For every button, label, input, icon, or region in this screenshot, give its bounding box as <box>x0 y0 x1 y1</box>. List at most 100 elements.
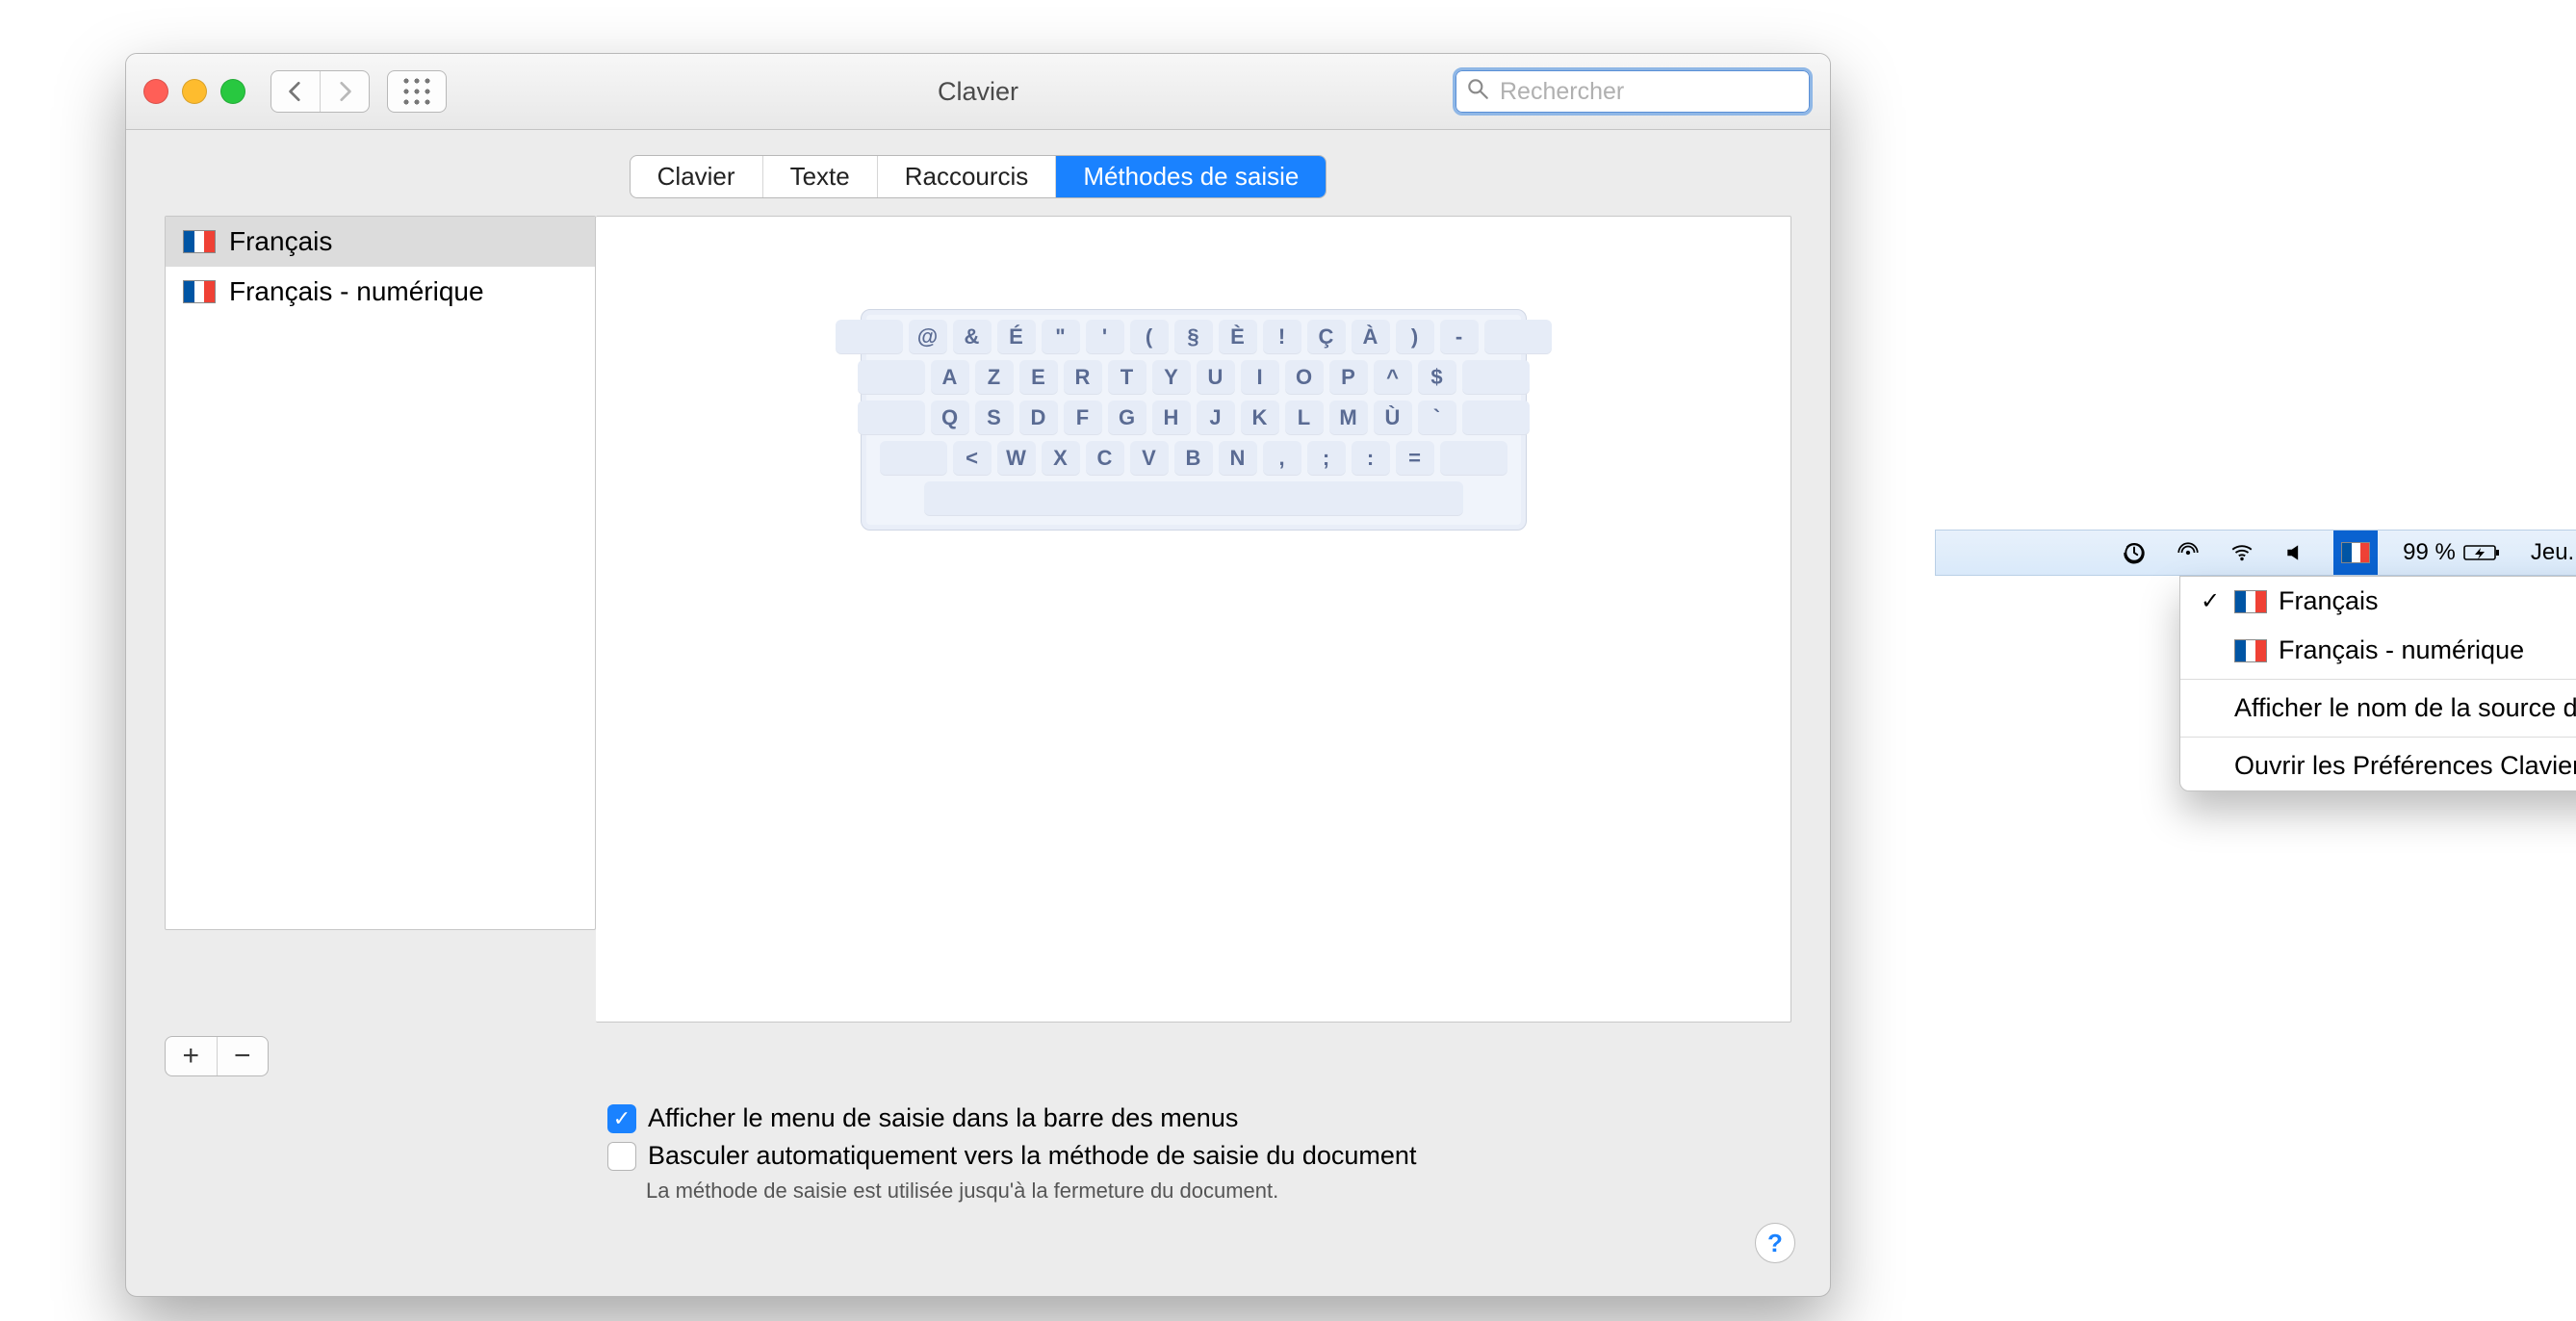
show-input-menu-checkbox-row[interactable]: ✓ Afficher le menu de saisie dans la bar… <box>607 1103 1763 1133</box>
key: @ <box>909 320 947 354</box>
key: N <box>1219 441 1257 476</box>
key: Ù <box>1374 401 1412 435</box>
zoom-window-button[interactable] <box>220 79 245 104</box>
auto-switch-checkbox-row[interactable]: Basculer automatiquement vers la méthode… <box>607 1141 1763 1171</box>
dropdown-item-francais[interactable]: ✓ Français <box>2180 577 2576 626</box>
tab-segmented-control: Clavier Texte Raccourcis Méthodes de sai… <box>630 155 1327 198</box>
input-source-label: Français <box>229 226 332 257</box>
options-area: ✓ Afficher le menu de saisie dans la bar… <box>607 1103 1763 1204</box>
dropdown-show-source-name[interactable]: Afficher le nom de la source de saisie <box>2180 684 2576 733</box>
help-button[interactable]: ? <box>1755 1223 1795 1263</box>
key: I <box>1241 360 1279 395</box>
tab-clavier[interactable]: Clavier <box>631 156 763 197</box>
input-sources-list[interactable]: Français Français - numérique <box>165 216 596 930</box>
key: ( <box>1130 320 1169 354</box>
nav-back-forward <box>270 70 370 113</box>
key: É <box>997 320 1036 354</box>
key: Ç <box>1307 320 1346 354</box>
keyboard-preferences-window: Clavier Clavier Texte Raccourcis Méthode… <box>125 53 1831 1297</box>
checkbox-checked-icon: ✓ <box>607 1104 636 1133</box>
traffic-lights <box>143 79 245 104</box>
battery-menu[interactable]: 99 % <box>2399 531 2506 575</box>
key: < <box>953 441 992 476</box>
airdrop-menu[interactable] <box>2172 531 2204 575</box>
wifi-menu[interactable] <box>2226 531 2258 575</box>
dropdown-item-label: Français - numérique <box>2279 635 2524 665</box>
close-window-button[interactable] <box>143 79 168 104</box>
key: Q <box>931 401 969 435</box>
key: K <box>1241 401 1279 435</box>
search-field[interactable] <box>1453 67 1813 116</box>
key: F <box>1064 401 1102 435</box>
add-source-button[interactable]: + <box>166 1037 218 1075</box>
minimize-window-button[interactable] <box>182 79 207 104</box>
dropdown-separator <box>2180 737 2576 738</box>
key: ` <box>1418 401 1456 435</box>
key: ! <box>1263 320 1301 354</box>
content-area: Français Français - numérique . @ & É " … <box>126 216 1830 1023</box>
wifi-icon <box>2229 540 2254 565</box>
key: S <box>975 401 1014 435</box>
dropdown-item-label: Français <box>2279 586 2379 616</box>
key: Z <box>975 360 1014 395</box>
key: ; <box>1307 441 1346 476</box>
input-source-item[interactable]: Français - numérique <box>166 267 595 317</box>
grid-icon <box>403 78 430 105</box>
key: & <box>953 320 992 354</box>
key: " <box>1042 320 1080 354</box>
remove-source-button[interactable]: − <box>218 1037 269 1075</box>
show-all-button[interactable] <box>387 70 447 113</box>
battery-percent: 99 % <box>2403 539 2456 566</box>
key: P <box>1329 360 1368 395</box>
auto-switch-label: Basculer automatiquement vers la méthode… <box>648 1141 1416 1171</box>
back-button[interactable] <box>271 71 321 112</box>
time-machine-menu[interactable] <box>2118 531 2151 575</box>
airdrop-icon <box>2176 540 2201 565</box>
tab-methodes-de-saisie[interactable]: Méthodes de saisie <box>1056 156 1326 197</box>
tab-texte[interactable]: Texte <box>763 156 878 197</box>
keyboard-preview-pane: . @ & É " ' ( § È ! Ç À ) - . . <box>596 216 1791 1023</box>
dropdown-item-francais-numerique[interactable]: Français - numérique <box>2180 626 2576 675</box>
tab-bar: Clavier Texte Raccourcis Méthodes de sai… <box>126 130 1830 216</box>
forward-button[interactable] <box>321 71 369 112</box>
input-source-item[interactable]: Français <box>166 217 595 267</box>
checkmark-icon: ✓ <box>2198 587 2223 615</box>
dropdown-item-label: Ouvrir les Préférences Clavier… <box>2234 751 2576 781</box>
key: È <box>1219 320 1257 354</box>
search-input[interactable] <box>1498 77 1812 107</box>
plus-icon: + <box>182 1040 199 1073</box>
menubar-date: Jeu. 19 mai <box>2531 539 2576 566</box>
key: W <box>997 441 1036 476</box>
key: T <box>1108 360 1146 395</box>
show-input-menu-label: Afficher le menu de saisie dans la barre… <box>648 1103 1238 1133</box>
france-flag-icon <box>2234 590 2267 613</box>
key: D <box>1019 401 1058 435</box>
chevron-right-icon <box>332 79 357 104</box>
key: = <box>1396 441 1434 476</box>
keyboard-preview: . @ & É " ' ( § È ! Ç À ) - . . <box>861 309 1527 531</box>
key: : <box>1352 441 1390 476</box>
key: ) <box>1396 320 1434 354</box>
minus-icon: − <box>234 1040 251 1073</box>
key: J <box>1197 401 1235 435</box>
key: U <box>1197 360 1235 395</box>
date-display[interactable]: Jeu. 19 mai <box>2527 531 2576 575</box>
titlebar: Clavier <box>126 54 1830 130</box>
key: A <box>931 360 969 395</box>
input-source-menu[interactable] <box>2333 531 2378 575</box>
key: X <box>1042 441 1080 476</box>
volume-menu[interactable] <box>2280 531 2312 575</box>
search-icon <box>1465 76 1490 108</box>
help-icon: ? <box>1767 1229 1783 1258</box>
volume-icon <box>2283 540 2308 565</box>
key: Y <box>1152 360 1191 395</box>
key: ' <box>1086 320 1124 354</box>
dropdown-open-keyboard-prefs[interactable]: Ouvrir les Préférences Clavier… <box>2180 741 2576 790</box>
tab-raccourcis[interactable]: Raccourcis <box>878 156 1057 197</box>
france-flag-numeric-icon <box>2234 639 2267 662</box>
key: § <box>1174 320 1213 354</box>
key: À <box>1352 320 1390 354</box>
key: C <box>1086 441 1124 476</box>
dropdown-separator <box>2180 679 2576 680</box>
key: - <box>1440 320 1479 354</box>
